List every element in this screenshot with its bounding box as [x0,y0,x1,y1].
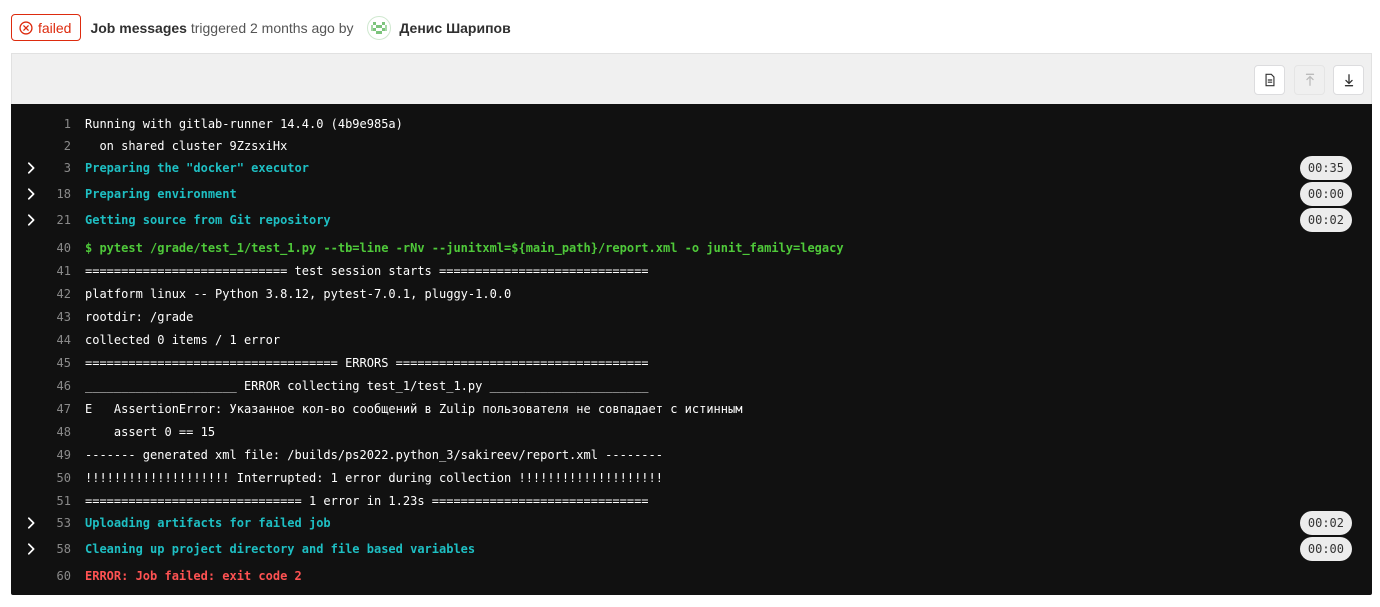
line-number[interactable]: 45 [31,356,71,370]
log-line: 51 ============================== 1 error… [11,491,1372,511]
log-section-header[interactable]: 3 Preparing the "docker" executor 00:35 [11,156,1372,180]
line-number[interactable]: 43 [31,310,71,324]
line-text: ============================== 1 error i… [85,494,649,508]
line-number[interactable]: 58 [31,542,71,556]
section-duration-badge: 00:02 [1299,511,1352,535]
line-number[interactable]: 60 [31,569,71,583]
section-duration-badge: 00:35 [1299,156,1352,180]
status-label: failed [38,19,72,36]
line-number[interactable]: 40 [31,241,71,255]
line-text: _____________________ ERROR collecting t… [85,379,649,393]
line-number[interactable]: 42 [31,287,71,301]
line-text: assert 0 == 15 [85,425,216,439]
log-line: 50 !!!!!!!!!!!!!!!!!!!! Interrupted: 1 er… [11,468,1372,488]
line-text: Running with gitlab-runner 14.4.0 (4b9e9… [85,117,403,131]
log-line: 42 platform linux -- Python 3.8.12, pytes… [11,284,1372,304]
section-duration-badge: 00:02 [1299,208,1352,232]
line-number[interactable]: 41 [31,264,71,278]
log-section-header[interactable]: 21 Getting source from Git repository 00:0… [11,208,1372,232]
line-text: Preparing environment [85,187,237,201]
log-line: 47 E AssertionError: Указанное кол-во соо… [11,399,1372,419]
x-circle-icon [19,20,33,35]
raw-log-button[interactable] [1254,65,1285,95]
scroll-bottom-icon [1344,74,1353,87]
line-text: ------- generated xml file: /builds/ps20… [85,448,663,462]
line-text: !!!!!!!!!!!!!!!!!!!! Interrupted: 1 erro… [85,471,663,485]
author-name[interactable]: Денис Шарипов [399,20,510,36]
log-line: 41 ============================ test sess… [11,261,1372,281]
log-line: 60 ERROR: Job failed: exit code 2 [11,566,1372,586]
log-line: 48 assert 0 == 15 [11,422,1372,442]
log-section-header[interactable]: 58 Cleaning up project directory and file… [11,537,1372,561]
scroll-top-icon [1305,73,1314,86]
line-number[interactable]: 50 [31,471,71,485]
log-section-header[interactable]: 53 Uploading artifacts for failed job 00:0… [11,511,1372,535]
line-number[interactable]: 46 [31,379,71,393]
line-text: collected 0 items / 1 error [85,333,281,347]
line-number[interactable]: 44 [31,333,71,347]
line-text: ============================ test sessio… [85,264,649,278]
line-text: =================================== ERRO… [85,356,649,370]
line-text: Preparing the "docker" executor [85,161,309,175]
log-line: 40 $ pytest /grade/test_1/test_1.py --tb=… [11,238,1372,258]
line-number[interactable]: 18 [31,187,71,201]
log-line: 44 collected 0 items / 1 error [11,330,1372,350]
log-line: 49 ------- generated xml file: /builds/ps… [11,445,1372,465]
log-line: 45 =================================== ER… [11,353,1372,373]
avatar[interactable] [367,15,392,40]
line-number[interactable]: 53 [31,516,71,530]
line-number[interactable]: 47 [31,402,71,416]
line-number[interactable]: 48 [31,425,71,439]
line-text: on shared cluster 9ZzsxiHx [85,139,288,153]
line-number[interactable]: 2 [31,139,71,153]
line-text: platform linux -- Python 3.8.12, pytest-… [85,287,512,301]
line-text: Cleaning up project directory and file b… [85,542,476,556]
section-duration-badge: 00:00 [1299,182,1352,206]
job-log: 1 Running with gitlab-runner 14.4.0 (4b9e… [11,104,1372,595]
log-line: 46 _____________________ ERROR collecting… [11,376,1372,396]
scroll-top-button[interactable] [1294,65,1325,95]
line-text: Uploading artifacts for failed job [85,516,331,530]
log-section-header[interactable]: 18 Preparing environment 00:00 [11,182,1372,206]
job-description: Job messages triggered 2 months ago by [90,20,357,36]
section-duration-badge: 00:00 [1299,537,1352,561]
line-number[interactable]: 21 [31,213,71,227]
line-number[interactable]: 1 [31,117,71,131]
line-number[interactable]: 49 [31,448,71,462]
job-header: failed Job messages triggered 2 months a… [11,14,511,41]
status-badge[interactable]: failed [11,14,82,41]
line-text: ERROR: Job failed: exit code 2 [85,569,302,583]
line-number[interactable]: 3 [31,161,71,175]
job-name[interactable]: Job messages [90,20,187,36]
triggered-text: triggered 2 months ago by [186,19,358,36]
log-line: 2 on shared cluster 9ZzsxiHx [11,136,1372,156]
log-line: 1 Running with gitlab-runner 14.4.0 (4b9e… [11,114,1372,134]
line-text: Getting source from Git repository [85,213,331,227]
raw-log-icon [1264,73,1275,87]
line-text: rootdir: /grade [85,310,194,324]
scroll-bottom-button[interactable] [1333,65,1364,95]
log-toolbar [11,53,1372,104]
line-text: $ pytest /grade/test_1/test_1.py --tb=li… [85,241,844,255]
line-number[interactable]: 51 [31,494,71,508]
log-line: 43 rootdir: /grade [11,307,1372,327]
line-text: E AssertionError: Указанное кол-во сообщ… [85,402,743,416]
